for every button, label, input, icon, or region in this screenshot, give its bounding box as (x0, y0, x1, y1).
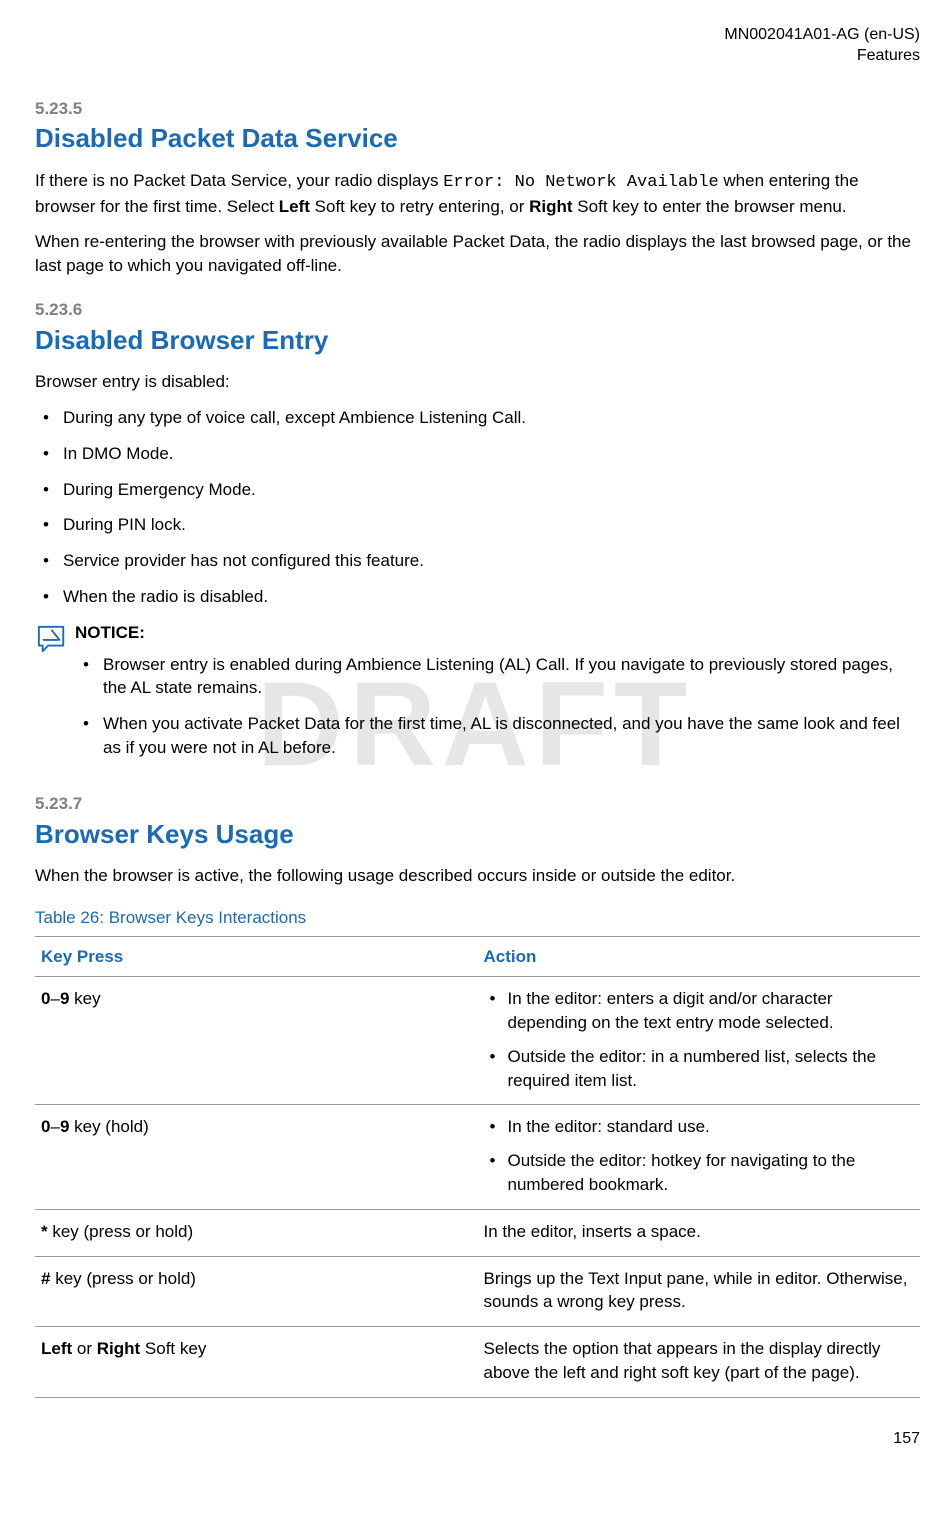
bullet-list: During any type of voice call, except Am… (35, 406, 920, 609)
section-number: 5.23.7 (35, 792, 920, 816)
list-item: During PIN lock. (35, 513, 920, 537)
list-item: In the editor: standard use. (484, 1115, 915, 1139)
doc-section: Features (35, 46, 920, 67)
table-row: * key (press or hold) In the editor, ins… (35, 1209, 920, 1256)
list-item: Outside the editor: hotkey for navigatin… (484, 1149, 915, 1197)
section-number: 5.23.5 (35, 97, 920, 121)
section-title: Browser Keys Usage (35, 816, 920, 852)
list-item: In the editor: enters a digit and/or cha… (484, 987, 915, 1035)
page-number: 157 (35, 1428, 920, 1450)
notice-label: NOTICE: (75, 621, 920, 645)
list-item: Outside the editor: in a numbered list, … (484, 1045, 915, 1093)
table-cell-key: # key (press or hold) (35, 1256, 478, 1327)
doc-id: MN002041A01-AG (en-US) (35, 25, 920, 46)
list-item: During any type of voice call, except Am… (35, 406, 920, 430)
paragraph: When re-entering the browser with previo… (35, 230, 920, 278)
table-cell-action: In the editor: enters a digit and/or cha… (478, 977, 921, 1105)
list-item: In DMO Mode. (35, 442, 920, 466)
header-meta: MN002041A01-AG (en-US) Features (35, 25, 920, 67)
section-number: 5.23.6 (35, 298, 920, 322)
table-cell-key: * key (press or hold) (35, 1209, 478, 1256)
table-cell-action: Brings up the Text Input pane, while in … (478, 1256, 921, 1327)
table-cell-key: 0–9 key (35, 977, 478, 1105)
table-row: 0–9 key (hold) In the editor: standard u… (35, 1105, 920, 1209)
paragraph: When the browser is active, the followin… (35, 864, 920, 888)
table-header: Action (478, 936, 921, 977)
list-item: When you activate Packet Data for the fi… (75, 712, 920, 760)
paragraph: If there is no Packet Data Service, your… (35, 169, 920, 219)
table-header: Key Press (35, 936, 478, 977)
list-item: Service provider has not configured this… (35, 549, 920, 573)
keys-table: Key Press Action 0–9 key In the editor: … (35, 936, 920, 1398)
table-cell-key: 0–9 key (hold) (35, 1105, 478, 1209)
table-row: Left or Right Soft key Selects the optio… (35, 1327, 920, 1398)
notice-icon (35, 621, 75, 772)
list-item: Browser entry is enabled during Ambience… (75, 653, 920, 701)
list-item: When the radio is disabled. (35, 585, 920, 609)
bullet-list: Browser entry is enabled during Ambience… (75, 653, 920, 760)
table-row: 0–9 key In the editor: enters a digit an… (35, 977, 920, 1105)
notice-block: NOTICE: Browser entry is enabled during … (35, 621, 920, 772)
table-title: Table 26: Browser Keys Interactions (35, 906, 920, 930)
table-row: # key (press or hold) Brings up the Text… (35, 1256, 920, 1327)
section-title: Disabled Packet Data Service (35, 120, 920, 156)
paragraph: Browser entry is disabled: (35, 370, 920, 394)
table-cell-action: In the editor, inserts a space. (478, 1209, 921, 1256)
code-text: Error: No Network Available (443, 173, 718, 192)
table-cell-action: Selects the option that appears in the d… (478, 1327, 921, 1398)
section-title: Disabled Browser Entry (35, 322, 920, 358)
table-cell-action: In the editor: standard use. Outside the… (478, 1105, 921, 1209)
list-item: During Emergency Mode. (35, 478, 920, 502)
table-cell-key: Left or Right Soft key (35, 1327, 478, 1398)
